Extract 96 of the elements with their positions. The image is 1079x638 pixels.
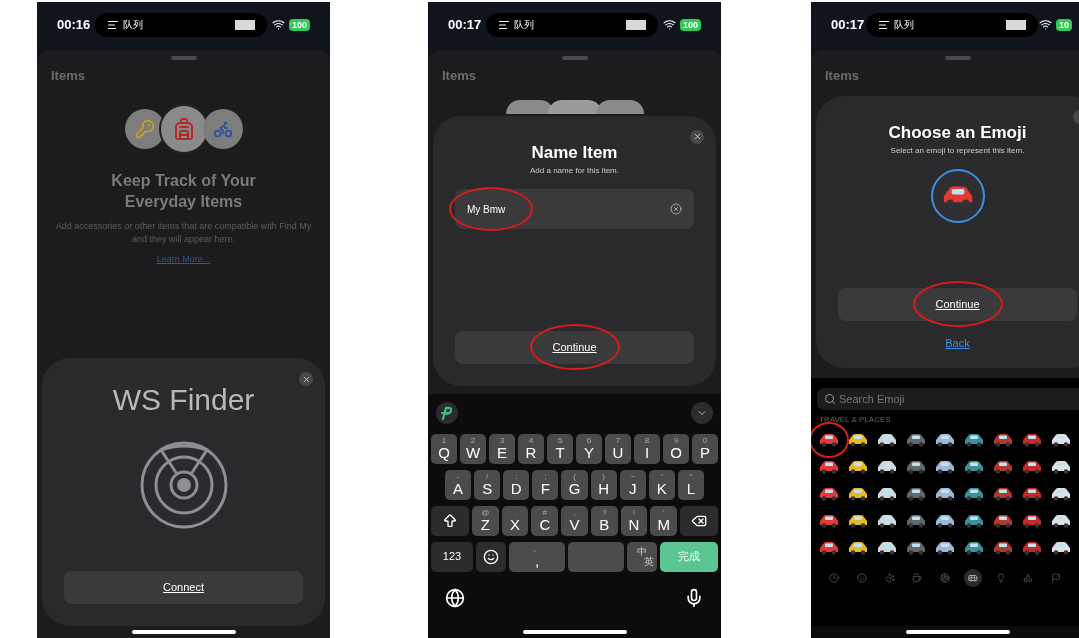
key-icon xyxy=(134,118,155,139)
language-key[interactable]: 中 英 xyxy=(627,541,657,572)
keyboard-key[interactable]: 2 W xyxy=(460,433,486,464)
keyboard-key[interactable]: 6 Y xyxy=(576,433,602,464)
keyboard-key[interactable]: ~ J xyxy=(619,469,646,500)
dialog-title: WS Finder xyxy=(111,382,256,418)
emoji-key[interactable] xyxy=(476,541,506,572)
keyboard-key[interactable]: ) H xyxy=(590,469,617,500)
shift-key[interactable] xyxy=(431,505,469,536)
dialog-title: Name Item xyxy=(530,141,619,164)
keyboard-key[interactable]: ; F xyxy=(532,469,559,500)
clock-time: 00:17 xyxy=(831,15,865,34)
list-icon xyxy=(107,18,120,31)
numbers-key[interactable]: 123 xyxy=(431,541,473,572)
section-heading: TRAVEL & PLACES xyxy=(818,413,892,426)
thumbnail-image xyxy=(1005,19,1026,30)
battery-indicator: 100 xyxy=(679,18,701,31)
wifi-icon xyxy=(271,18,285,31)
keyboard-key[interactable]: @ Z xyxy=(472,505,499,536)
category-icon xyxy=(912,572,923,583)
keyboard-key[interactable]: ” L xyxy=(677,469,704,500)
keyboard-key[interactable]: ( G xyxy=(561,469,588,500)
keyboard-key[interactable]: / S xyxy=(474,469,501,500)
keyboard-key[interactable]: 0 P xyxy=(692,433,718,464)
sheet-title: Items xyxy=(824,67,860,85)
thumbnail-image xyxy=(235,19,256,30)
sheet-title: Items xyxy=(50,67,86,85)
name-field[interactable]: My Bmw xyxy=(455,189,694,229)
category-icon xyxy=(967,572,978,583)
close-icon xyxy=(692,132,702,141)
category-icon xyxy=(1023,572,1034,583)
keyboard-key[interactable]: 1 Q xyxy=(431,433,457,464)
keyboard-key[interactable]: 7 U xyxy=(605,433,631,464)
keyboard-key[interactable]: 8 I xyxy=(634,433,660,464)
back-link[interactable]: Back xyxy=(945,335,970,352)
keyboard-key[interactable]: 5 T xyxy=(547,433,573,464)
activity-label: 队列 xyxy=(514,18,535,32)
battery-indicator: 100 xyxy=(288,18,310,31)
keyboard-key[interactable]: , V xyxy=(561,505,588,536)
thumbnail-image xyxy=(626,19,647,30)
category-icon xyxy=(995,572,1006,583)
continue-button[interactable]: Continue xyxy=(455,330,694,364)
category-icon xyxy=(1051,572,1061,583)
keyboard-key[interactable]: 。 , xyxy=(509,541,565,572)
keyboard-key[interactable]: # C xyxy=(531,505,559,536)
continue-button[interactable]: Continue xyxy=(838,288,1077,321)
sheet-title: Items xyxy=(441,67,477,85)
microphone-icon[interactable] xyxy=(684,587,704,608)
keyboard-key[interactable]: 4 R xyxy=(518,433,544,464)
category-icon xyxy=(884,572,895,583)
activity-label: 队列 xyxy=(893,18,914,32)
continue-button[interactable]: Connect xyxy=(64,571,303,604)
category-icon xyxy=(856,572,867,583)
dialog-title: Choose an Emoji xyxy=(887,121,1028,144)
keyboard-key[interactable]: 3 E xyxy=(489,433,515,464)
keyboard-key[interactable]: - A xyxy=(445,469,472,500)
grabber-handle[interactable] xyxy=(561,56,588,60)
category-icon xyxy=(829,572,839,583)
emoji-search-field[interactable]: Search Emoji xyxy=(817,387,1079,410)
clock-time: 00:16 xyxy=(57,15,91,34)
list-icon xyxy=(498,18,511,31)
battery-indicator: 10 xyxy=(1055,18,1072,31)
close-button[interactable] xyxy=(299,372,313,386)
wifi-icon xyxy=(1038,18,1052,31)
grabber-handle[interactable] xyxy=(170,56,197,60)
keyboard-key[interactable]: “ K xyxy=(648,469,675,500)
clear-icon[interactable] xyxy=(670,203,682,215)
close-icon xyxy=(301,374,311,384)
search-icon xyxy=(824,392,836,405)
shift-icon xyxy=(442,512,458,529)
smiley-icon xyxy=(483,548,499,565)
vehicle-icon xyxy=(819,433,840,447)
globe-icon[interactable] xyxy=(445,587,465,608)
clock-time: 00:17 xyxy=(448,15,482,34)
keyboard-key[interactable]: : D xyxy=(503,469,530,500)
app-logo-icon[interactable] xyxy=(436,401,458,424)
delete-key[interactable] xyxy=(680,505,719,536)
activity-label: 队列 xyxy=(123,18,144,32)
dialog-subtitle: Select an emoji to represent this item. xyxy=(889,145,1026,157)
dialog-subtitle: Add a name for this item. xyxy=(529,165,620,177)
radar-icon xyxy=(138,440,229,530)
keyboard-key[interactable]: 9 O xyxy=(663,433,689,464)
pin-bubble xyxy=(595,99,644,114)
close-button[interactable] xyxy=(690,129,704,144)
keyboard-key[interactable]: ! N xyxy=(620,505,648,536)
keyboard-key[interactable]: ' M xyxy=(650,505,678,536)
category-icon xyxy=(940,572,950,583)
wifi-icon xyxy=(662,18,676,31)
category-tab[interactable] xyxy=(963,568,982,587)
keyboard-key[interactable]: . X xyxy=(501,505,529,536)
collapse-button[interactable] xyxy=(691,401,713,424)
space-key[interactable] xyxy=(568,541,624,572)
grabber-handle[interactable] xyxy=(944,56,971,60)
keyboard-key[interactable]: ? B xyxy=(590,505,618,536)
empty-state-headline: Keep Track of Your Everyday Items xyxy=(110,170,257,212)
list-icon xyxy=(877,18,890,31)
